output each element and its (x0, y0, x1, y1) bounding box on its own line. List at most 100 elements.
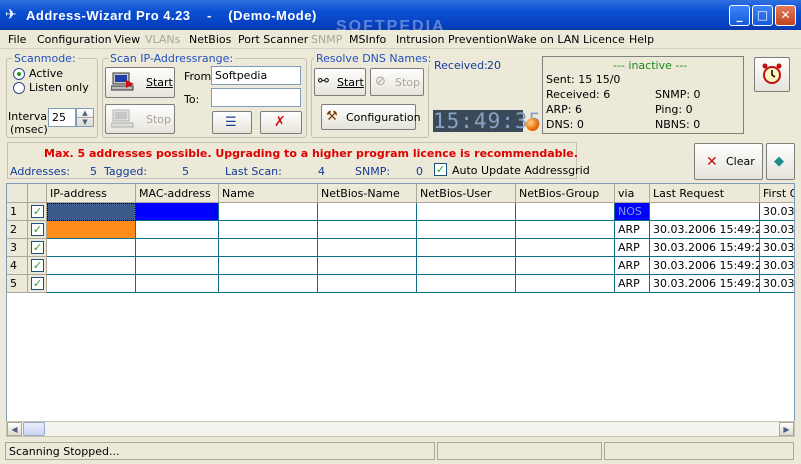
scroll-left-icon[interactable]: ◀ (7, 422, 22, 436)
row-checkbox[interactable]: ✓ (31, 205, 44, 218)
cell-netbios-name[interactable] (318, 257, 417, 275)
menu-snmp[interactable]: SNMP (311, 33, 342, 46)
cell-ip[interactable] (47, 257, 136, 275)
binoculars-icon: ⚯ (318, 74, 329, 89)
col-name[interactable]: Name (219, 184, 318, 203)
cell-name[interactable] (219, 203, 318, 221)
cell-netbios-group[interactable] (516, 203, 615, 221)
cell-name[interactable] (219, 275, 318, 293)
cell-netbios-user[interactable] (417, 239, 516, 257)
cell-netbios-user[interactable] (417, 275, 516, 293)
cell-mac[interactable] (136, 275, 219, 293)
cell-netbios-group[interactable] (516, 239, 615, 257)
close-button[interactable]: ✕ (775, 5, 796, 26)
address-grid[interactable]: IP-address MAC-address Name NetBios-Name… (6, 183, 795, 436)
cell-name[interactable] (219, 239, 318, 257)
list-button[interactable]: ☰ (212, 111, 252, 134)
spinner-up-icon[interactable]: ▲ (77, 109, 93, 118)
radio-active[interactable] (13, 68, 25, 80)
row-checkbox[interactable]: ✓ (31, 277, 44, 290)
cell-ip[interactable] (47, 275, 136, 293)
cell-netbios-name[interactable] (318, 203, 417, 221)
interval-spinner[interactable]: ▲ ▼ (76, 108, 94, 127)
col-first-order[interactable]: First Order (760, 184, 794, 203)
menu-view[interactable]: View (114, 33, 140, 46)
col-ip-address[interactable]: IP-address (47, 184, 136, 203)
cell-mac[interactable] (136, 239, 219, 257)
dns-start-button[interactable]: ⚯ Start (314, 68, 366, 96)
cell-mac[interactable] (136, 203, 219, 221)
cell-last-request[interactable]: 30.03.2006 15:49:21 (650, 221, 760, 239)
menu-intrusion-prevention[interactable]: Intrusion Prevention (396, 33, 507, 46)
dns-configuration-button[interactable]: ⚒ Configuration (321, 104, 421, 130)
menu-vlans[interactable]: VLANs (145, 33, 180, 46)
cell-via[interactable]: ARP (615, 275, 650, 293)
interval-input[interactable]: 25 (48, 108, 76, 127)
cell-mac[interactable] (136, 221, 219, 239)
dns-stop-button[interactable]: ⊘ Stop (370, 68, 424, 96)
cell-netbios-name[interactable] (318, 275, 417, 293)
menu-file[interactable]: File (8, 33, 26, 46)
cell-ip[interactable] (47, 239, 136, 257)
to-input[interactable] (211, 88, 301, 107)
cell-first-order[interactable]: 30.03. (760, 221, 794, 239)
col-last-request[interactable]: Last Request (650, 184, 760, 203)
cell-netbios-name[interactable] (318, 221, 417, 239)
auto-update-checkbox[interactable]: ✓ (434, 163, 447, 176)
cell-netbios-user[interactable] (417, 221, 516, 239)
from-input[interactable]: Softpedia (211, 66, 301, 85)
horizontal-scrollbar[interactable]: ◀ ▶ (6, 421, 795, 437)
col-mac-address[interactable]: MAC-address (136, 184, 219, 203)
col-netbios-name[interactable]: NetBios-Name (318, 184, 417, 203)
col-via[interactable]: via (615, 184, 650, 203)
cell-netbios-group[interactable] (516, 275, 615, 293)
cell-first-order[interactable]: 30.03. (760, 257, 794, 275)
window-title: Address-Wizard Pro 4.23 - (Demo-Mode) (26, 8, 317, 23)
scroll-thumb[interactable] (23, 422, 45, 436)
clear-range-button[interactable]: ✗ (260, 111, 302, 134)
cell-ip[interactable] (47, 203, 136, 221)
menu-msinfo[interactable]: MSInfo (349, 33, 386, 46)
cell-last-request[interactable]: 30.03.2006 15:49:21 (650, 275, 760, 293)
alarm-button[interactable] (754, 57, 790, 92)
expand-button[interactable]: ◆ (766, 143, 795, 180)
cell-via[interactable]: ARP (615, 239, 650, 257)
row-checkbox[interactable]: ✓ (31, 223, 44, 236)
cell-netbios-user[interactable] (417, 203, 516, 221)
menu-help[interactable]: Help (629, 33, 654, 46)
scan-start-button[interactable]: Start (105, 67, 175, 98)
cell-mac[interactable] (136, 257, 219, 275)
cell-name[interactable] (219, 221, 318, 239)
cell-name[interactable] (219, 257, 318, 275)
menu-configuration[interactable]: Configuration (37, 33, 112, 46)
menu-wake-on-lan[interactable]: Wake on LAN (507, 33, 580, 46)
cell-netbios-group[interactable] (516, 221, 615, 239)
menu-licence[interactable]: Licence (583, 33, 625, 46)
maximize-button[interactable]: □ (752, 5, 773, 26)
cell-last-request[interactable] (650, 203, 760, 221)
menu-port-scanner[interactable]: Port Scanner (238, 33, 308, 46)
cell-netbios-user[interactable] (417, 257, 516, 275)
row-checkbox[interactable]: ✓ (31, 259, 44, 272)
spinner-down-icon[interactable]: ▼ (77, 118, 93, 126)
cell-via[interactable]: NOS (615, 203, 650, 221)
col-netbios-group[interactable]: NetBios-Group (516, 184, 615, 203)
cell-netbios-group[interactable] (516, 257, 615, 275)
cell-via[interactable]: ARP (615, 257, 650, 275)
col-netbios-user[interactable]: NetBios-User (417, 184, 516, 203)
cell-via[interactable]: ARP (615, 221, 650, 239)
cell-netbios-name[interactable] (318, 239, 417, 257)
scroll-right-icon[interactable]: ▶ (779, 422, 794, 436)
cell-first-order[interactable]: 30.03. (760, 239, 794, 257)
cell-first-order[interactable]: 30.03. (760, 203, 794, 221)
minimize-button[interactable]: _ (729, 5, 750, 26)
cell-ip[interactable] (47, 221, 136, 239)
radio-listen-only[interactable] (13, 82, 25, 94)
row-checkbox[interactable]: ✓ (31, 241, 44, 254)
cell-last-request[interactable]: 30.03.2006 15:49:21 (650, 257, 760, 275)
scan-stop-button[interactable]: Stop (105, 104, 175, 134)
cell-first-order[interactable]: 30.03. (760, 275, 794, 293)
menu-netbios[interactable]: NetBios (189, 33, 231, 46)
clear-button[interactable]: ✕ Clear (694, 143, 763, 180)
cell-last-request[interactable]: 30.03.2006 15:49:21 (650, 239, 760, 257)
